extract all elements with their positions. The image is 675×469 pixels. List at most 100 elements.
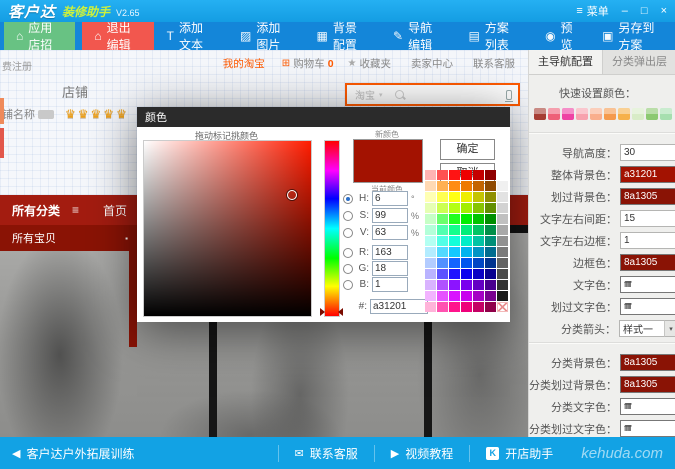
- palette-cell[interactable]: [437, 203, 448, 213]
- config-row-value[interactable]: ffffff: [620, 420, 675, 437]
- palette-cell[interactable]: [485, 302, 496, 312]
- dialog-title-bar[interactable]: 颜色: [137, 107, 510, 127]
- palette-cell[interactable]: [497, 225, 508, 235]
- palette-cell[interactable]: [497, 192, 508, 202]
- quick-color-swatch[interactable]: [660, 108, 672, 120]
- s-input[interactable]: [372, 208, 408, 223]
- palette-cell[interactable]: [425, 192, 436, 202]
- radio-v[interactable]: [343, 228, 353, 238]
- category-dropdown-item[interactable]: 所有宝贝 ▪: [0, 225, 137, 251]
- hue-slider[interactable]: [324, 140, 340, 317]
- config-row-value[interactable]: ffffff: [620, 276, 675, 293]
- top-nav-link[interactable]: 卖家中心: [408, 56, 456, 71]
- exit-edit-button[interactable]: ⌂ 退出编辑: [82, 22, 153, 50]
- palette-cell[interactable]: [449, 291, 460, 301]
- top-nav-link[interactable]: ⊞ 购物车 0: [282, 56, 334, 71]
- palette-cell[interactable]: [449, 247, 460, 257]
- palette-cell[interactable]: [485, 225, 496, 235]
- maximize-icon[interactable]: □: [641, 5, 648, 17]
- microphone-icon[interactable]: [506, 90, 512, 100]
- menu-button[interactable]: ≡ 菜单: [576, 3, 608, 19]
- palette-cell[interactable]: [449, 280, 460, 290]
- config-row-value[interactable]: 8a1305: [620, 376, 675, 393]
- palette-cell[interactable]: [485, 291, 496, 301]
- palette-cell[interactable]: [437, 214, 448, 224]
- palette-cell[interactable]: [449, 258, 460, 268]
- palette-cell[interactable]: [437, 302, 448, 312]
- panel-tab[interactable]: 分类弹出层: [603, 50, 675, 74]
- palette-cell[interactable]: [437, 181, 448, 191]
- palette-cell[interactable]: [449, 170, 460, 180]
- footer-link[interactable]: ✉ 联系客服: [278, 445, 358, 462]
- radio-g[interactable]: [343, 264, 353, 274]
- palette-cell[interactable]: [461, 258, 472, 268]
- palette-cell[interactable]: [437, 192, 448, 202]
- palette-cell[interactable]: [437, 247, 448, 257]
- hex-input[interactable]: [370, 299, 428, 314]
- quick-color-swatch[interactable]: [590, 108, 602, 120]
- toolbar-item[interactable]: ◉ 预览: [532, 22, 589, 50]
- ok-button[interactable]: 确定: [440, 139, 495, 160]
- footer-link[interactable]: ▶ 视频教程: [374, 445, 453, 462]
- palette-cell[interactable]: [473, 214, 484, 224]
- config-row-value[interactable]: ffffff: [620, 398, 675, 415]
- palette-cell[interactable]: [497, 203, 508, 213]
- quick-color-swatch[interactable]: [562, 108, 574, 120]
- toolbar-item[interactable]: ▣ 另存到方案: [589, 22, 675, 50]
- palette-cell[interactable]: [461, 236, 472, 246]
- config-row-value[interactable]: 30: [620, 144, 675, 161]
- palette-cell[interactable]: [425, 247, 436, 257]
- palette-cell[interactable]: [437, 291, 448, 301]
- toolbar-item[interactable]: ▨ 添加图片: [227, 22, 304, 50]
- palette-cell[interactable]: [449, 214, 460, 224]
- config-row-value[interactable]: 1: [620, 232, 675, 249]
- palette-cell[interactable]: [461, 181, 472, 191]
- all-categories-label[interactable]: 所有分类: [12, 202, 60, 219]
- palette-cell[interactable]: [437, 170, 448, 180]
- radio-h[interactable]: [343, 194, 353, 204]
- saturation-value-picker[interactable]: [143, 140, 312, 317]
- apply-storefront-button[interactable]: ⌂ 应用店招: [4, 22, 75, 50]
- footer-link[interactable]: K 开店助手: [469, 445, 553, 462]
- palette-cell[interactable]: [485, 258, 496, 268]
- palette-cell[interactable]: [437, 269, 448, 279]
- chevron-down-icon[interactable]: ▾: [664, 320, 675, 337]
- palette-cell[interactable]: [497, 258, 508, 268]
- palette-cell[interactable]: [437, 258, 448, 268]
- palette-cell[interactable]: [473, 181, 484, 191]
- palette-cell[interactable]: [497, 236, 508, 246]
- sv-marker[interactable]: [287, 190, 297, 200]
- palette-cell[interactable]: [461, 247, 472, 257]
- palette-cell[interactable]: [425, 170, 436, 180]
- panel-tab[interactable]: 主导航配置: [529, 50, 603, 74]
- palette-cell[interactable]: [485, 192, 496, 202]
- palette-cell[interactable]: [473, 258, 484, 268]
- quick-color-swatch[interactable]: [618, 108, 630, 120]
- shop-nav-item[interactable]: 首页: [103, 202, 127, 219]
- palette-cell[interactable]: [497, 170, 508, 180]
- config-row-value[interactable]: ffffff: [620, 298, 675, 315]
- palette-cell[interactable]: [449, 203, 460, 213]
- close-icon[interactable]: ×: [661, 5, 667, 17]
- palette-cell[interactable]: [473, 291, 484, 301]
- palette-cell[interactable]: [473, 236, 484, 246]
- palette-cell[interactable]: [425, 225, 436, 235]
- b-input[interactable]: [372, 277, 408, 292]
- config-row-value[interactable]: a31201: [620, 166, 675, 183]
- palette-cell[interactable]: [425, 236, 436, 246]
- quick-color-swatch[interactable]: [576, 108, 588, 120]
- hue-slider-handle[interactable]: [320, 308, 343, 316]
- palette-cell[interactable]: [425, 258, 436, 268]
- chevron-down-icon[interactable]: ▾: [379, 91, 383, 99]
- toolbar-item[interactable]: T 添加文本: [154, 22, 227, 50]
- palette-cell[interactable]: [449, 192, 460, 202]
- palette-cell[interactable]: [461, 170, 472, 180]
- palette-cell[interactable]: [485, 170, 496, 180]
- r-input[interactable]: [372, 245, 408, 260]
- top-nav-link[interactable]: 联系客服: [470, 56, 518, 71]
- palette-cell[interactable]: [485, 181, 496, 191]
- g-input[interactable]: [372, 261, 408, 276]
- radio-s[interactable]: [343, 211, 353, 221]
- palette-cell[interactable]: [473, 170, 484, 180]
- toolbar-item[interactable]: ▦ 背景配置: [304, 22, 381, 50]
